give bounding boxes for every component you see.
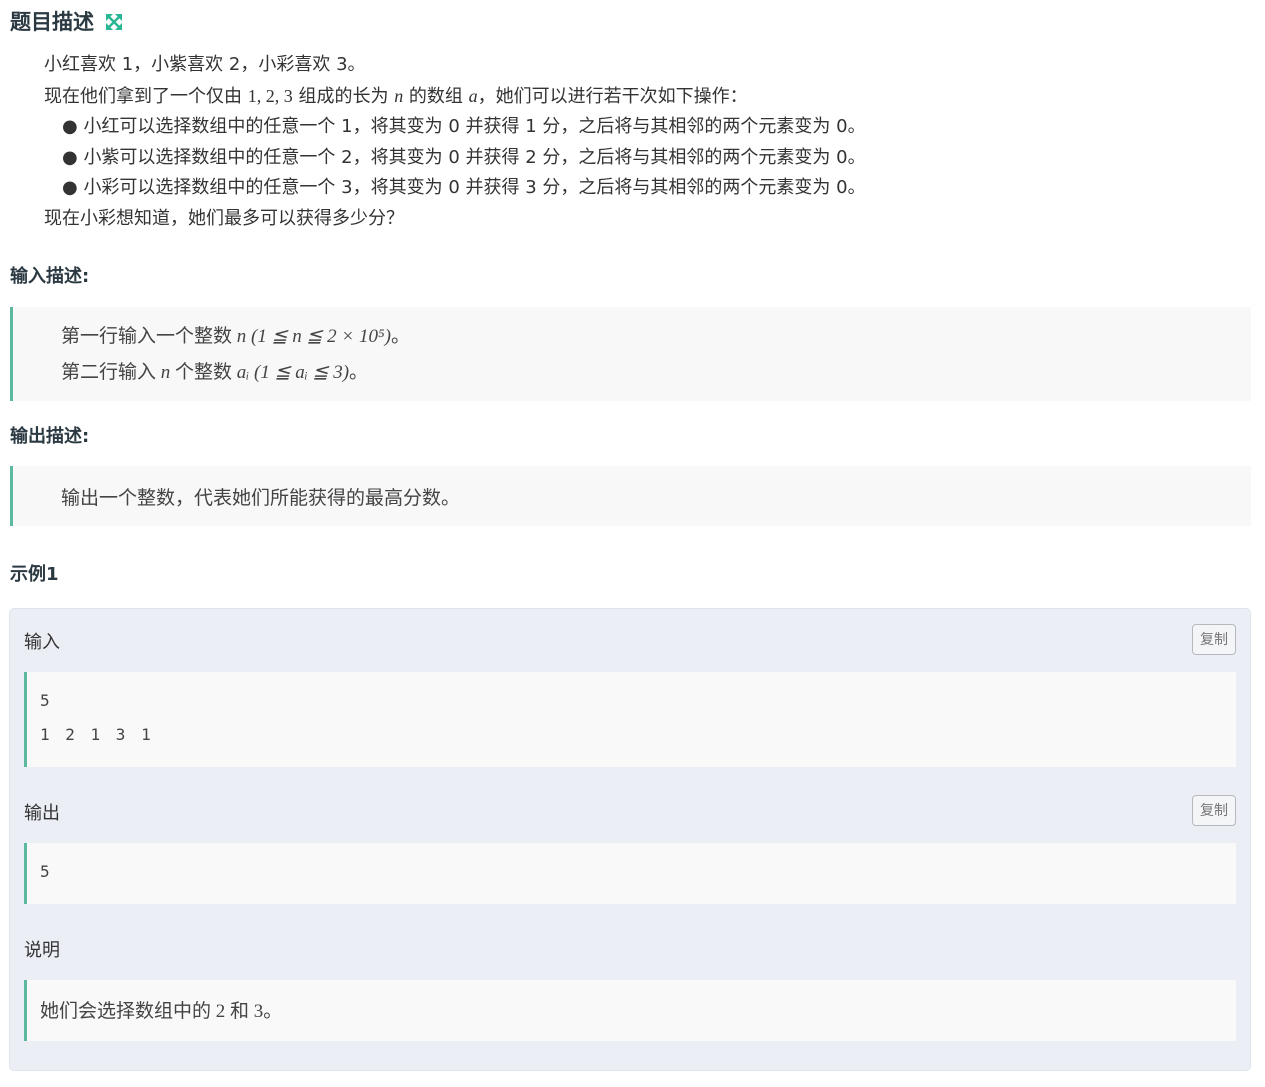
desc-text: ，她们可以进行若干次如下操作：: [477, 85, 748, 107]
copy-input-button[interactable]: 复制: [1192, 624, 1236, 655]
input-desc-block: 第一行输入一个整数 n (1 ≦ n ≦ 2 × 10⁵)。 第二行输入 n 个…: [10, 307, 1251, 401]
example-title: 示例1: [10, 564, 59, 585]
math-a: a: [468, 85, 478, 106]
desc-text: 现在他们拿到了一个仅由: [44, 85, 248, 107]
example-input-code[interactable]: 5 1 2 1 3 1: [24, 672, 1236, 767]
example-explain-block: 她们会选择数组中的 2 和 3。: [24, 980, 1236, 1041]
expand-arrows-icon[interactable]: [98, 10, 123, 34]
explain-text: 她们会选择数组中的 2 和 3。: [40, 996, 282, 1023]
input-math: n (1 ≦ n ≦ 2 × 10⁵): [236, 326, 391, 347]
copy-output-button[interactable]: 复制: [1192, 795, 1236, 826]
page-title: 题目描述: [10, 6, 123, 36]
explain-num: 3: [253, 1001, 264, 1022]
explain-part: 她们会选择数组中的: [40, 1001, 216, 1022]
explain-num: 2: [215, 1001, 226, 1022]
input-text: 第二行输入: [61, 362, 161, 383]
example-box: 输入 复制 5 1 2 1 3 1 输出 复制 5 说明 她们会选择数组中的 2…: [9, 608, 1251, 1071]
bullet-text: 小紫可以选择数组中的任意一个 2，将其变为 0 并获得 2 分，之后将与其相邻的…: [83, 146, 866, 168]
input-text: 个整数: [170, 362, 237, 383]
example-output-code[interactable]: 5: [24, 843, 1236, 904]
input-desc-title: 输入描述:: [10, 266, 90, 287]
bullet-item: ● 小红可以选择数组中的任意一个 1，将其变为 0 并获得 1 分，之后将与其相…: [62, 116, 866, 137]
bullet-item: ● 小彩可以选择数组中的任意一个 3，将其变为 0 并获得 3 分，之后将与其相…: [62, 177, 866, 198]
bullet-text: 小彩可以选择数组中的任意一个 3，将其变为 0 并获得 3 分，之后将与其相邻的…: [83, 177, 866, 198]
math-n: n: [394, 85, 404, 106]
math-values: 1, 2, 3: [247, 85, 293, 106]
desc-text: 的数组: [403, 85, 469, 107]
example-output-label: 输出: [24, 803, 60, 824]
desc-line-1: 小红喜欢 1，小紫喜欢 2，小彩喜欢 3。: [44, 54, 366, 75]
desc-question: 现在小彩想知道，她们最多可以获得多少分？: [44, 207, 404, 229]
input-text: 第一行输入一个整数: [61, 326, 237, 347]
input-math: aᵢ (1 ≦ aᵢ ≦ 3): [236, 362, 350, 383]
input-desc-line-1: 第一行输入一个整数 n (1 ≦ n ≦ 2 × 10⁵)。: [61, 321, 410, 348]
input-text: 。: [349, 362, 369, 383]
desc-text: 组成的长为: [292, 85, 395, 107]
bullet-item: ● 小紫可以选择数组中的任意一个 2，将其变为 0 并获得 2 分，之后将与其相…: [62, 146, 866, 168]
output-desc-text: 输出一个整数，代表她们所能获得的最高分数。: [61, 488, 461, 509]
explain-part: 和: [225, 1001, 254, 1022]
code-line: 1 2 1 3 1: [40, 725, 154, 744]
input-math: n: [160, 362, 171, 383]
example-input-label: 输入: [24, 632, 60, 653]
input-text: 。: [390, 326, 410, 347]
bullet-text: 小红可以选择数组中的任意一个 1，将其变为 0 并获得 1 分，之后将与其相邻的…: [83, 116, 866, 137]
output-desc-title: 输出描述:: [10, 426, 90, 447]
input-desc-line-2: 第二行输入 n 个整数 aᵢ (1 ≦ aᵢ ≦ 3)。: [61, 357, 368, 384]
code-line: 5: [40, 862, 50, 881]
title-text: 题目描述: [10, 10, 94, 34]
problem-description: 小红喜欢 1，小紫喜欢 2，小彩喜欢 3。 现在他们拿到了一个仅由 1, 2, …: [44, 50, 866, 234]
example-explain-label: 说明: [24, 940, 60, 961]
output-desc-block: 输出一个整数，代表她们所能获得的最高分数。: [10, 466, 1251, 526]
desc-line-2: 现在他们拿到了一个仅由 1, 2, 3 组成的长为 n 的数组 a，她们可以进行…: [44, 81, 866, 113]
code-line: 5: [40, 691, 50, 710]
explain-part: 。: [263, 1001, 283, 1022]
